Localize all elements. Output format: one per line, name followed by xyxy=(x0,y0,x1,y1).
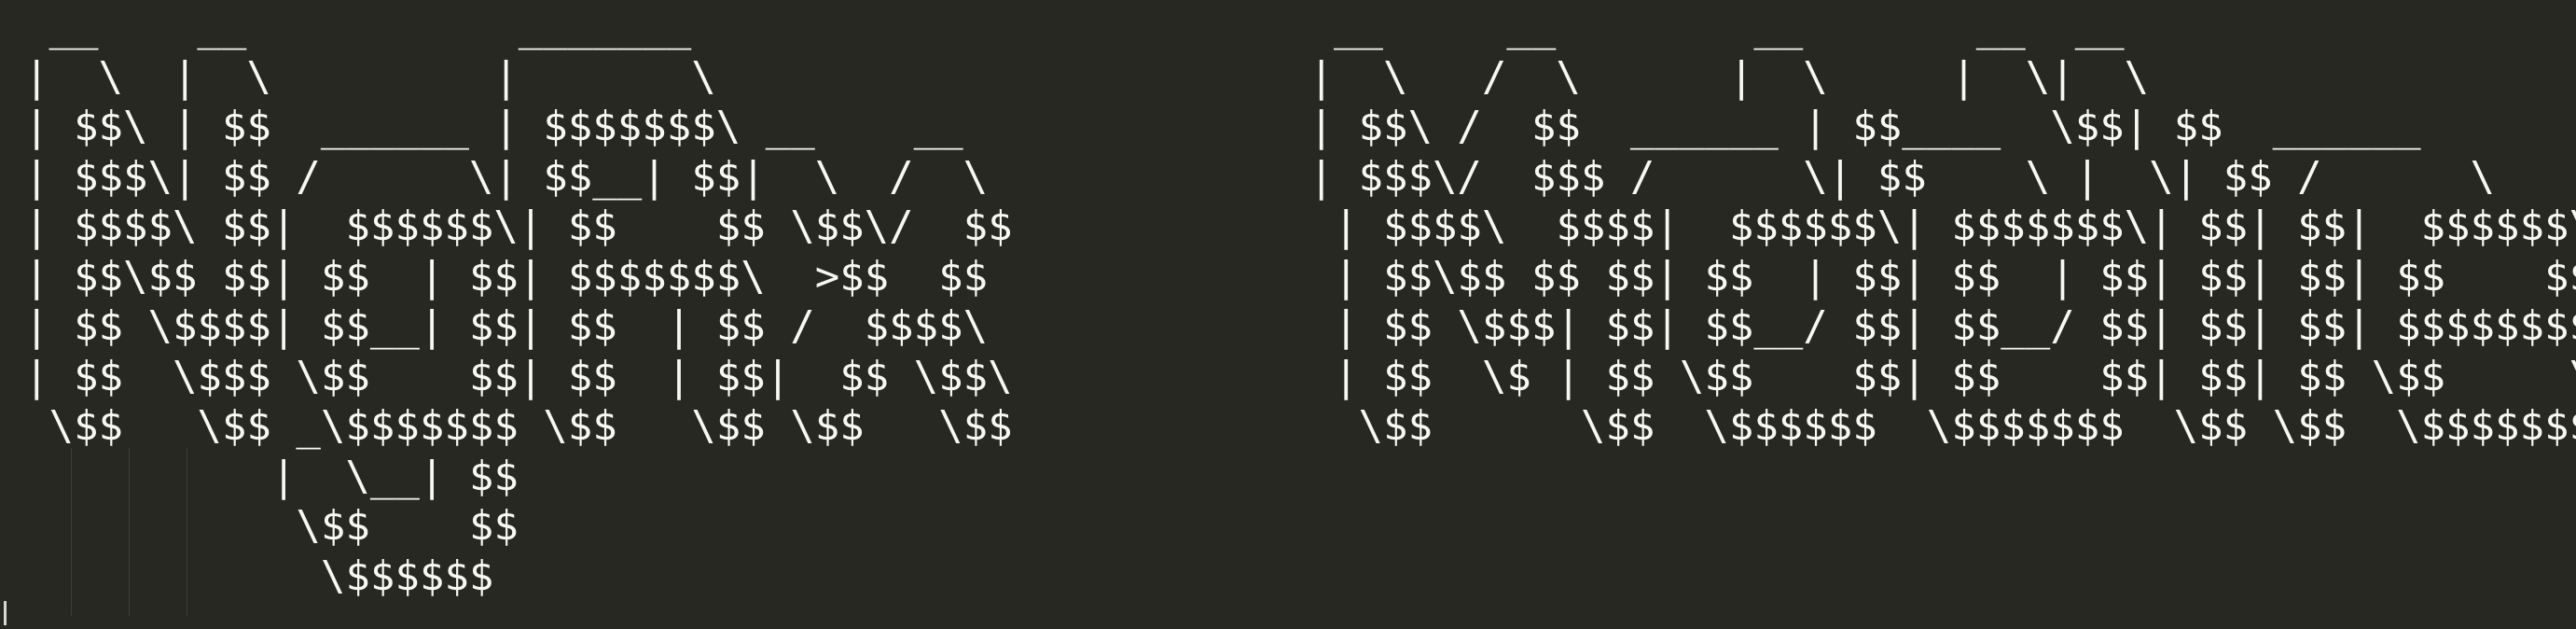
banner-line: | $$ \$$$ \$$ $$| $$ | $$| $$ \$$\ | $$ … xyxy=(24,352,2576,400)
banner-line: | $$\$$ $$| $$ | $$| $$$$$$$\ >$$ $$ | $… xyxy=(24,252,2576,301)
banner-line: | $$ \$$$$| $$__| $$| $$ | $$ / $$$$\ | … xyxy=(24,302,2576,350)
text-cursor xyxy=(4,601,7,625)
banner-line: | $$$$\ $$| $$$$$$\| $$ $$ \$$\/ $$ | $$… xyxy=(24,203,2576,250)
terminal-window[interactable]: __ __ _______ __ __ __ __ __ | \ | \ | \ … xyxy=(0,0,2576,629)
banner-line: | \__| $$ xyxy=(24,452,519,500)
banner-line: | \ | \ | \ | \ / \ | \ | \| \ xyxy=(24,52,2150,101)
banner-line: \$$ \$$ _\$$$$$$$ \$$ \$$ \$$ \$$ \$$ \$… xyxy=(24,402,2576,450)
banner-line: | $$$\| $$ / \| $$__| $$| \ / \ | $$$\/ … xyxy=(24,152,2496,201)
ascii-art-banner: __ __ _______ __ __ __ __ __ | \ | \ | \ … xyxy=(24,2,2576,601)
banner-line: \$$ $$ xyxy=(24,502,519,550)
banner-line: | $$\ | $$ ______ | $$$$$$$\ __ __ | $$\… xyxy=(24,103,2421,150)
banner-line: __ __ _______ __ __ __ __ __ xyxy=(24,3,2125,50)
banner-line: \$$$$$$ xyxy=(24,552,494,600)
